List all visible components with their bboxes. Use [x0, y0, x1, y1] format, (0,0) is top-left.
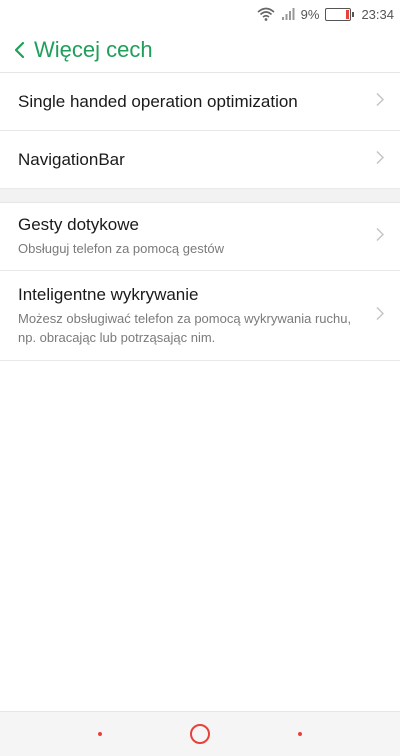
header: Więcej cech	[0, 28, 400, 73]
list-item-label: NavigationBar	[18, 149, 125, 169]
list-item-label: Single handed operation optimization	[18, 91, 298, 111]
settings-list-secondary: Gesty dotykowe Obsługuj telefon za pomoc…	[0, 203, 400, 361]
list-item-label: Inteligentne wykrywanie	[18, 284, 199, 304]
back-dot-button[interactable]	[298, 732, 302, 736]
system-navigation-bar	[0, 711, 400, 756]
list-item-description: Obsługuj telefon za pomocą gestów	[18, 241, 224, 256]
page-title: Więcej cech	[34, 37, 153, 62]
list-item-description: Możesz obsługiwać telefon za pomocą wykr…	[18, 310, 352, 345]
list-item-navigation-bar[interactable]: NavigationBar	[0, 131, 400, 189]
section-divider	[0, 189, 400, 203]
list-item-label: Gesty dotykowe	[18, 215, 139, 234]
signal-icon	[281, 7, 295, 21]
status-bar: 9% 23:34	[0, 0, 400, 28]
chevron-right-icon	[376, 150, 385, 169]
list-item-smart-detection[interactable]: Inteligentne wykrywanie Możesz obsługiwa…	[0, 271, 400, 361]
chevron-left-icon	[14, 41, 26, 59]
menu-dot-button[interactable]	[98, 732, 102, 736]
settings-list-primary: Single handed operation optimization Nav…	[0, 73, 400, 203]
list-item-touch-gestures[interactable]: Gesty dotykowe Obsługuj telefon za pomoc…	[0, 203, 400, 271]
chevron-right-icon	[376, 306, 385, 325]
home-circle-button[interactable]	[190, 724, 210, 744]
back-button[interactable]	[0, 41, 26, 59]
battery-icon	[325, 7, 355, 21]
chevron-right-icon	[376, 227, 385, 246]
clock: 23:34	[361, 6, 394, 22]
wifi-icon	[257, 7, 275, 21]
chevron-right-icon	[376, 92, 385, 111]
battery-percent: 9%	[300, 6, 320, 22]
list-item-single-handed[interactable]: Single handed operation optimization	[0, 73, 400, 131]
